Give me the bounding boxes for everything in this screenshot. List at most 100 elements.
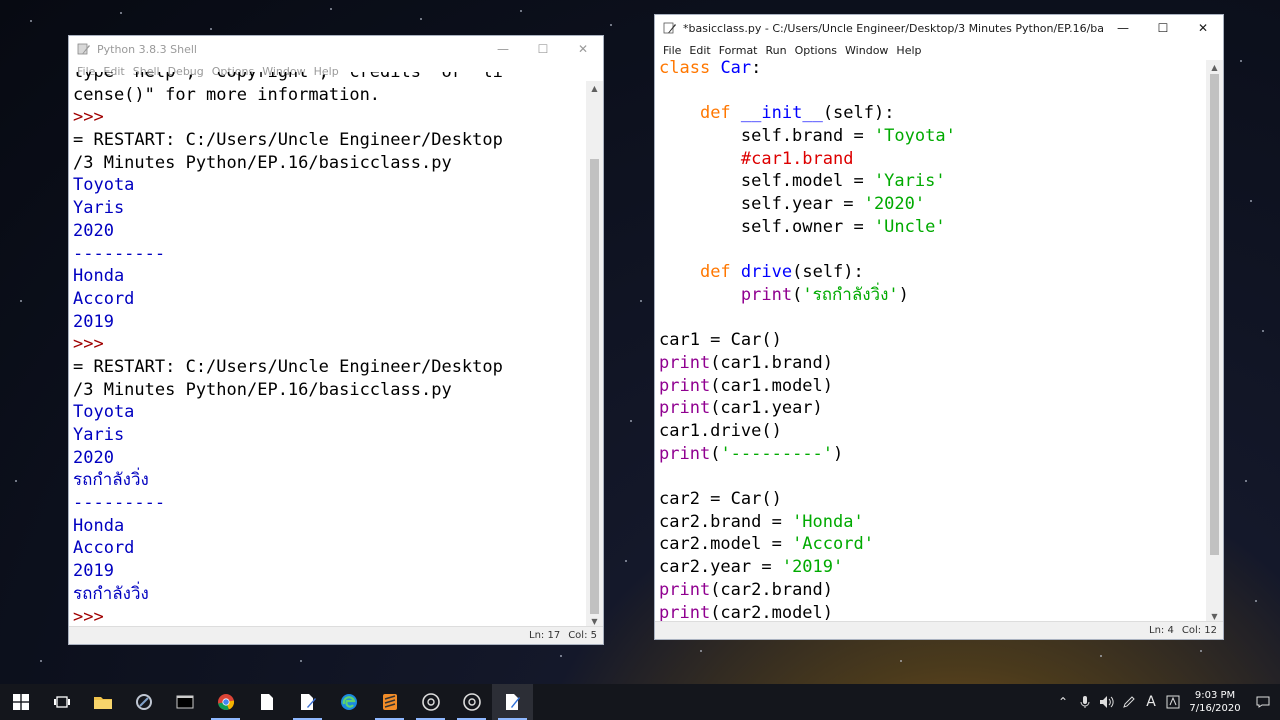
start-button[interactable]	[0, 684, 41, 720]
code-token: car2.year =	[659, 557, 782, 578]
microphone-icon[interactable]	[1074, 695, 1096, 709]
code-token: car2.model =	[659, 534, 793, 555]
code-token: 'Uncle'	[873, 216, 946, 237]
shell-line: /3 Minutes Python/EP.16/basicclass.py	[73, 379, 452, 400]
shell-line: Yaris	[73, 425, 125, 445]
shell-line: cense()" for more information.	[73, 84, 381, 105]
python-shell-window[interactable]: Python 3.8.3 Shell — ☐ ✕ File Edit Shell…	[68, 35, 604, 645]
edge-icon	[340, 694, 357, 710]
editor-col-number: Col: 12	[1181, 625, 1217, 636]
pen-icon[interactable]	[1118, 695, 1140, 709]
code-token: def	[699, 103, 731, 124]
code-line: print(car2.model)	[659, 602, 1207, 624]
menu-file[interactable]: File	[659, 44, 685, 57]
edge-button[interactable]	[328, 684, 369, 720]
chevron-up-icon[interactable]: ⌃	[1052, 695, 1074, 709]
font-a-icon[interactable]: A	[1140, 694, 1162, 710]
shell-scrollbar[interactable]: ▲ ▼	[586, 81, 603, 628]
star	[1200, 650, 1202, 652]
code-token: 'Yaris'	[873, 171, 946, 192]
menu-options[interactable]: Options	[791, 44, 841, 57]
code-token: Car	[720, 58, 752, 78]
maximize-button[interactable]: ☐	[1143, 15, 1183, 41]
shell-line: Yaris	[73, 198, 125, 219]
terminal-button[interactable]	[164, 684, 205, 720]
close-button[interactable]: ✕	[1183, 15, 1223, 41]
shell-line: ---------	[73, 243, 166, 264]
code-token: (car2.model)	[710, 602, 834, 623]
menu-edit[interactable]: Edit	[685, 44, 714, 57]
code-editor-area[interactable]: class Car: def __init__(self): self.bran…	[659, 57, 1207, 623]
menu-help[interactable]: Help	[892, 44, 925, 57]
obs-button-2[interactable]	[451, 684, 492, 720]
shell-line: รถกำลังวิ่ง	[73, 583, 149, 604]
star	[1100, 655, 1102, 657]
obs-button[interactable]	[410, 684, 451, 720]
volume-icon[interactable]	[1096, 695, 1118, 709]
notification-icon[interactable]	[1246, 696, 1280, 708]
code-token: print	[659, 375, 711, 396]
code-token: 'Toyota'	[873, 126, 956, 147]
system-clock[interactable]: 9:03 PM 7/16/2020	[1184, 689, 1246, 715]
code-token: 'รถกำลังวิ่ง'	[802, 284, 899, 305]
star	[1250, 200, 1252, 202]
editor-scroll-thumb[interactable]	[1210, 74, 1219, 555]
editor-title-bar[interactable]: *basicclass.py - C:/Users/Uncle Engineer…	[655, 15, 1223, 41]
code-token: car2.brand =	[659, 511, 793, 532]
menu-run[interactable]: Run	[762, 44, 791, 57]
star	[40, 660, 42, 662]
code-line: def drive(self):	[659, 261, 1207, 284]
star	[20, 300, 22, 302]
code-line: car1 = Car()	[659, 329, 1207, 352]
sublime-text-button[interactable]	[369, 684, 410, 720]
code-line: car2.model = 'Accord'	[659, 533, 1207, 556]
editor-scrollbar[interactable]: ▲ ▼	[1206, 60, 1223, 623]
notepad-edit-button[interactable]	[287, 684, 328, 720]
menu-window[interactable]: Window	[841, 44, 892, 57]
code-token: 'Honda'	[792, 511, 864, 532]
maximize-button[interactable]: ☐	[523, 36, 563, 62]
shell-line: Accord	[73, 538, 135, 559]
minimize-button[interactable]: —	[1103, 15, 1143, 41]
code-token: (car2.brand)	[710, 579, 834, 600]
code-token: )	[833, 443, 844, 464]
shell-window-title: Python 3.8.3 Shell	[97, 42, 197, 56]
settings-app-button[interactable]	[123, 684, 164, 720]
shell-title-bar[interactable]: Python 3.8.3 Shell — ☐ ✕	[69, 36, 603, 62]
code-line: self.year = '2020'	[659, 193, 1207, 216]
shell-output-area[interactable]: type "help", "copyright", "credits" or "…	[73, 72, 585, 626]
file-explorer-button[interactable]	[82, 684, 123, 720]
notepad-button[interactable]	[246, 684, 287, 720]
python-idle-button[interactable]	[492, 684, 533, 720]
shell-line: ---------	[73, 493, 166, 514]
shell-line: Toyota	[73, 175, 135, 196]
sublime-text-icon	[382, 694, 397, 710]
shell-scroll-thumb[interactable]	[590, 159, 599, 614]
star	[300, 660, 302, 662]
obs-icon-2	[462, 693, 481, 711]
shell-line: >>>	[73, 107, 104, 128]
code-token: def	[699, 262, 731, 283]
scroll-up-arrow[interactable]: ▲	[1206, 60, 1223, 74]
input-method-icon[interactable]	[1162, 695, 1184, 709]
scroll-up-arrow[interactable]: ▲	[586, 81, 603, 95]
shell-status-bar: Ln: 17 Col: 5	[69, 626, 603, 644]
close-button[interactable]: ✕	[563, 36, 603, 62]
code-line: self.brand = 'Toyota'	[659, 125, 1207, 148]
menu-format[interactable]: Format	[715, 44, 762, 57]
shell-line: 2020	[73, 447, 114, 468]
code-token: (car1.brand)	[710, 352, 834, 373]
code-token: print	[659, 443, 711, 464]
star	[610, 24, 612, 26]
editor-window[interactable]: *basicclass.py - C:/Users/Uncle Engineer…	[654, 14, 1224, 640]
code-line: #car1.brand	[659, 148, 1207, 171]
chrome-button[interactable]	[205, 684, 246, 720]
task-view-button[interactable]	[41, 684, 82, 720]
minimize-button[interactable]: —	[483, 36, 523, 62]
star	[560, 655, 562, 657]
code-token: (self):	[792, 262, 864, 283]
shell-line: = RESTART: C:/Users/Uncle Engineer/Deskt…	[73, 356, 503, 377]
shell-line: 2020	[73, 220, 114, 241]
